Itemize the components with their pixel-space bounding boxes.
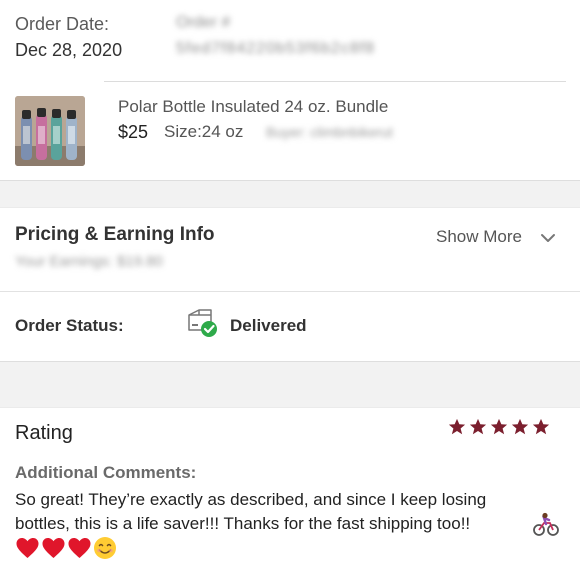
order-status-label: Order Status:: [15, 316, 124, 335]
smiling-face-emoji: [94, 537, 116, 559]
product-title[interactable]: Polar Bottle Insulated 24 oz. Bundle: [118, 97, 388, 117]
order-details-page: Order Date: Dec 28, 2020 Order # 5fed7f8…: [0, 0, 580, 580]
order-date-label: Order Date:: [15, 14, 110, 34]
chevron-down-icon[interactable]: [540, 230, 556, 246]
star-icon: [448, 418, 466, 435]
emoji-row: [15, 536, 117, 560]
red-heart-emoji: [16, 538, 39, 558]
earnings-value: Your Earnings: $19.80: [15, 253, 163, 270]
rating-title: Rating: [15, 422, 73, 444]
product-price: $25: [118, 122, 149, 142]
star-icon: [511, 418, 529, 435]
pricing-title: Pricing & Earning Info: [15, 224, 215, 245]
product-thumbnail[interactable]: [15, 96, 85, 166]
order-number-value: 5fed7f84220b53f6b2c8f8: [176, 40, 376, 57]
comment-line: So great! They’re exactly as described, …: [15, 490, 487, 509]
order-status-value: Delivered: [230, 316, 307, 335]
package-delivered-icon: [188, 309, 217, 337]
star-rating: [448, 418, 550, 436]
red-heart-emoji: [42, 538, 65, 558]
product-size: Size:24 oz: [164, 122, 244, 141]
comment-line: bottles, this is a life saver!!! Thanks …: [15, 514, 471, 533]
order-header: Order Date: Dec 28, 2020 Order # 5fed7f8…: [0, 0, 580, 82]
product-photo-bottles: [15, 96, 85, 166]
buyer-name[interactable]: Buyer: climbnbikerut: [266, 124, 393, 140]
red-heart-emoji: [68, 538, 91, 558]
order-date-value: Dec 28, 2020: [15, 40, 123, 60]
show-more-button[interactable]: Show More: [436, 227, 522, 247]
woman-biking-emoji: [533, 512, 559, 536]
star-icon: [469, 418, 487, 435]
order-number-label: Order #: [176, 14, 231, 31]
order-status-section: Order Status: Delivered: [0, 291, 580, 361]
product-row[interactable]: Polar Bottle Insulated 24 oz. Bundle $25…: [0, 82, 580, 180]
rating-section: Rating Additional Comments: So great! Th…: [0, 408, 580, 580]
additional-comments-label: Additional Comments:: [15, 463, 197, 482]
section-separator: [0, 180, 580, 208]
star-icon: [532, 418, 550, 435]
section-separator: [0, 361, 580, 408]
comment-text: So great! They’re exactly as described, …: [15, 488, 570, 536]
star-icon: [490, 418, 508, 435]
pricing-section: Pricing & Earning Info Your Earnings: $1…: [0, 208, 580, 290]
